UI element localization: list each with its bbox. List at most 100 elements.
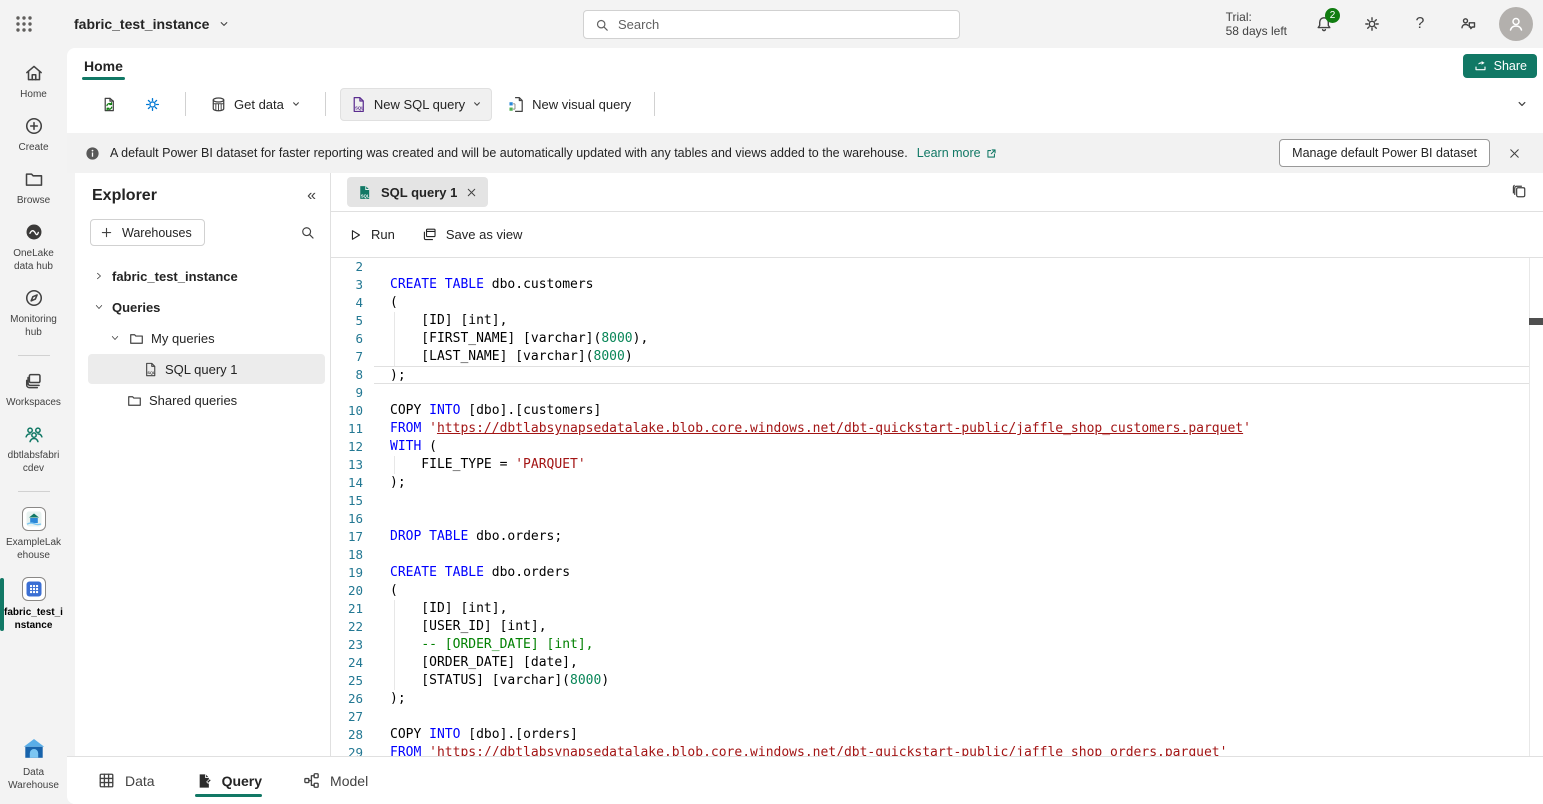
code-line-27[interactable]: 27 [331,708,1529,726]
save-as-view-label: Save as view [446,227,523,242]
view-tab-data[interactable]: Data [97,757,155,804]
code-line-4[interactable]: 4( [331,294,1529,312]
tree-item-fabric-test-instance[interactable]: fabric_test_instance [88,261,325,291]
line-content: ( [374,582,1529,600]
banner-close-button[interactable] [1499,138,1529,168]
rail-divider [18,355,50,356]
new-sql-query-button[interactable]: SQL New SQL query [340,88,492,121]
ribbon-collapse-chevron-icon[interactable] [1515,97,1529,111]
rail-item-label: OneLakedata hub [13,247,54,273]
rail-item-examplelakehouse[interactable]: ExampleLakehouse [0,504,67,565]
code-line-9[interactable]: 9 [331,384,1529,402]
line-number: 21 [331,600,363,618]
rail-item-fabric-test-instance[interactable]: fabric_test_instance [0,574,67,635]
code-line-16[interactable]: 16 [331,510,1529,528]
save-as-view-button[interactable]: Save as view [421,226,523,243]
query-tab[interactable]: SQL SQL query 1 [347,177,488,207]
code-line-25[interactable]: 25 [STATUS] [varchar](8000) [331,672,1529,690]
code-line-19[interactable]: 19CREATE TABLE dbo.orders [331,564,1529,582]
view-tab-model[interactable]: Model [302,757,368,804]
code-line-10[interactable]: 10COPY INTO [dbo].[customers] [331,402,1529,420]
get-data-button[interactable]: Get data [200,88,311,121]
code-line-11[interactable]: 11FROM 'https://dbtlabsynapsedatalake.bl… [331,420,1529,438]
code-line-22[interactable]: 22 [USER_ID] [int], [331,618,1529,636]
code-line-15[interactable]: 15 [331,492,1529,510]
scrollbar-thumb[interactable] [1529,318,1543,325]
close-icon [1507,146,1522,161]
chevron-down-icon[interactable] [108,332,122,344]
code-line-5[interactable]: 5 [ID] [int], [331,312,1529,330]
help-button[interactable]: ? [1403,7,1437,41]
line-content: [ORDER_DATE] [date], [374,654,1529,672]
rail-item-browse[interactable]: Browse [0,166,67,210]
help-icon: ? [1416,15,1425,33]
rail-item-workspaces[interactable]: Workspaces [0,368,67,412]
manage-dataset-button[interactable]: Manage default Power BI dataset [1279,139,1490,167]
code-line-23[interactable]: 23 -- [ORDER_DATE] [int], [331,636,1529,654]
share-button[interactable]: Share [1463,54,1537,78]
code-line-12[interactable]: 12WITH ( [331,438,1529,456]
trial-status: Trial: 58 days left [1226,10,1287,38]
collapse-panel-icon[interactable]: « [307,187,316,205]
add-warehouses-button[interactable]: Warehouses [90,219,205,246]
code-line-17[interactable]: 17DROP TABLE dbo.orders; [331,528,1529,546]
rail-item-onelakedata-hub[interactable]: OneLakedata hub [0,219,67,276]
rail-item-create[interactable]: Create [0,113,67,157]
sql-code-area[interactable]: 23CREATE TABLE dbo.customers4(5 [ID] [in… [331,258,1543,756]
workspace-switcher[interactable]: fabric_test_instance [74,16,231,32]
rail-item-datawarehouse[interactable]: DataWarehouse [0,734,67,795]
refresh-dataset-button[interactable] [91,88,128,121]
code-line-13[interactable]: 13 FILE_TYPE = 'PARQUET' [331,456,1529,474]
rail-item-label: fabric_test_instance [4,606,63,632]
run-button-label: Run [371,227,395,242]
settings-toolbar-button[interactable] [134,88,171,121]
notifications-button[interactable]: 2 [1307,7,1341,41]
line-number: 6 [331,330,363,348]
rail-item-monitoringhub[interactable]: Monitoringhub [0,285,67,342]
rail-item-dbtlabsfabricdev[interactable]: dbtlabsfabricdev [0,421,67,478]
close-tab-icon[interactable] [465,186,478,199]
tree-item-queries[interactable]: Queries [88,292,325,322]
copy-icon[interactable] [1510,182,1529,201]
code-line-21[interactable]: 21 [ID] [int], [331,600,1529,618]
code-line-18[interactable]: 18 [331,546,1529,564]
code-line-7[interactable]: 7 [LAST_NAME] [varchar](8000) [331,348,1529,366]
feedback-button[interactable] [1451,7,1485,41]
code-line-28[interactable]: 28COPY INTO [dbo].[orders] [331,726,1529,744]
chevron-right-icon[interactable] [92,270,106,282]
search-input[interactable] [618,17,949,32]
editor-tab-strip: SQL SQL query 1 [331,173,1543,212]
code-line-3[interactable]: 3CREATE TABLE dbo.customers [331,276,1529,294]
folder-icon [126,392,143,409]
run-button[interactable]: Run [347,227,395,243]
share-icon [1473,58,1488,73]
code-line-6[interactable]: 6 [FIRST_NAME] [varchar](8000), [331,330,1529,348]
workspace-area: Explorer « Warehouses fabric_test_instan… [67,173,1543,756]
code-line-8[interactable]: 8); [331,366,1529,384]
browse-icon [23,168,45,190]
new-visual-query-button[interactable]: New visual query [498,88,640,121]
learn-more-link[interactable]: Learn more [917,146,998,160]
query-tab-label: SQL query 1 [381,185,457,200]
settings-button[interactable] [1355,7,1389,41]
tree-item-sql-query-1[interactable]: SQLSQL query 1 [88,354,325,384]
tab-home[interactable]: Home [82,52,125,80]
app-launcher-button[interactable] [0,0,48,48]
tree-item-my-queries[interactable]: My queries [88,323,325,353]
account-avatar[interactable] [1499,7,1533,41]
waffle-icon [14,14,34,34]
editor-scrollbar[interactable] [1529,258,1543,756]
code-line-29[interactable]: 29FROM 'https://dbtlabsynapsedatalake.bl… [331,744,1529,756]
rail-item-home[interactable]: Home [0,60,67,104]
explorer-search-icon[interactable] [299,224,316,241]
code-line-14[interactable]: 14); [331,474,1529,492]
chevron-down-icon[interactable] [92,301,106,313]
line-number: 16 [331,510,363,528]
active-view-underline [195,794,262,797]
code-line-24[interactable]: 24 [ORDER_DATE] [date], [331,654,1529,672]
code-line-20[interactable]: 20( [331,582,1529,600]
tree-item-shared-queries[interactable]: Shared queries [88,385,325,415]
code-line-26[interactable]: 26); [331,690,1529,708]
view-tab-query[interactable]: Query [195,757,262,804]
code-line-2[interactable]: 2 [331,258,1529,276]
